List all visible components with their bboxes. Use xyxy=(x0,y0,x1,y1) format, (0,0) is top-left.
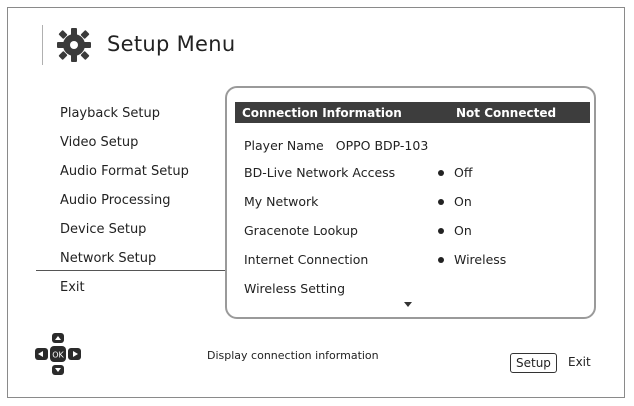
setting-value: Off xyxy=(454,165,473,180)
menu-item-playback-setup[interactable]: Playback Setup xyxy=(60,99,240,128)
internet-connection-row[interactable]: Internet Connection Wireless xyxy=(244,252,506,267)
nav-ok-label: OK xyxy=(52,351,64,360)
setup-button[interactable]: Setup xyxy=(510,353,557,373)
gear-icon xyxy=(57,28,91,62)
setting-value: Wireless xyxy=(454,252,507,267)
menu-item-device-setup[interactable]: Device Setup xyxy=(60,215,240,244)
setting-label: My Network xyxy=(244,194,319,209)
directional-pad-icon: OK xyxy=(35,333,81,375)
option-bullet-icon xyxy=(438,169,444,176)
exit-hint-label: Exit xyxy=(568,355,591,369)
setting-label: Internet Connection xyxy=(244,252,369,267)
player-name-value: OPPO BDP-103 xyxy=(335,138,429,153)
connection-status-value: Not Connected xyxy=(456,105,557,120)
connection-information-row[interactable]: Connection Information Not Connected xyxy=(235,102,590,123)
setting-value: On xyxy=(454,194,472,209)
setting-label: Gracenote Lookup xyxy=(244,223,358,238)
setting-label: BD-Live Network Access xyxy=(244,165,396,180)
my-network-row[interactable]: My Network On xyxy=(244,194,472,209)
help-text: Display connection information xyxy=(207,349,379,362)
setting-label: Wireless Setting xyxy=(244,281,346,296)
wireless-setting-row[interactable]: Wireless Setting xyxy=(244,281,345,296)
option-bullet-icon xyxy=(438,256,444,263)
menu-item-exit[interactable]: Exit xyxy=(60,273,240,302)
scroll-down-arrow-icon[interactable] xyxy=(404,302,412,307)
player-name-row: Player Name OPPO BDP-103 xyxy=(244,138,428,153)
title-divider xyxy=(42,25,43,65)
network-setup-panel: Connection Information Not Connected Pla… xyxy=(225,86,596,319)
bd-live-network-access-row[interactable]: BD-Live Network Access Off xyxy=(244,165,472,180)
connection-information-label: Connection Information xyxy=(242,105,402,120)
menu-item-video-setup[interactable]: Video Setup xyxy=(60,128,240,157)
menu-item-network-setup[interactable]: Network Setup xyxy=(36,244,258,273)
setup-category-menu: Playback Setup Video Setup Audio Format … xyxy=(36,99,258,302)
gracenote-lookup-row[interactable]: Gracenote Lookup On xyxy=(244,223,472,238)
player-name-label: Player Name xyxy=(244,138,324,153)
menu-item-audio-format-setup[interactable]: Audio Format Setup xyxy=(60,157,240,186)
option-bullet-icon xyxy=(438,198,444,205)
option-bullet-icon xyxy=(438,227,444,234)
page-title: Setup Menu xyxy=(107,32,236,56)
setting-value: On xyxy=(454,223,472,238)
menu-item-audio-processing[interactable]: Audio Processing xyxy=(60,186,240,215)
